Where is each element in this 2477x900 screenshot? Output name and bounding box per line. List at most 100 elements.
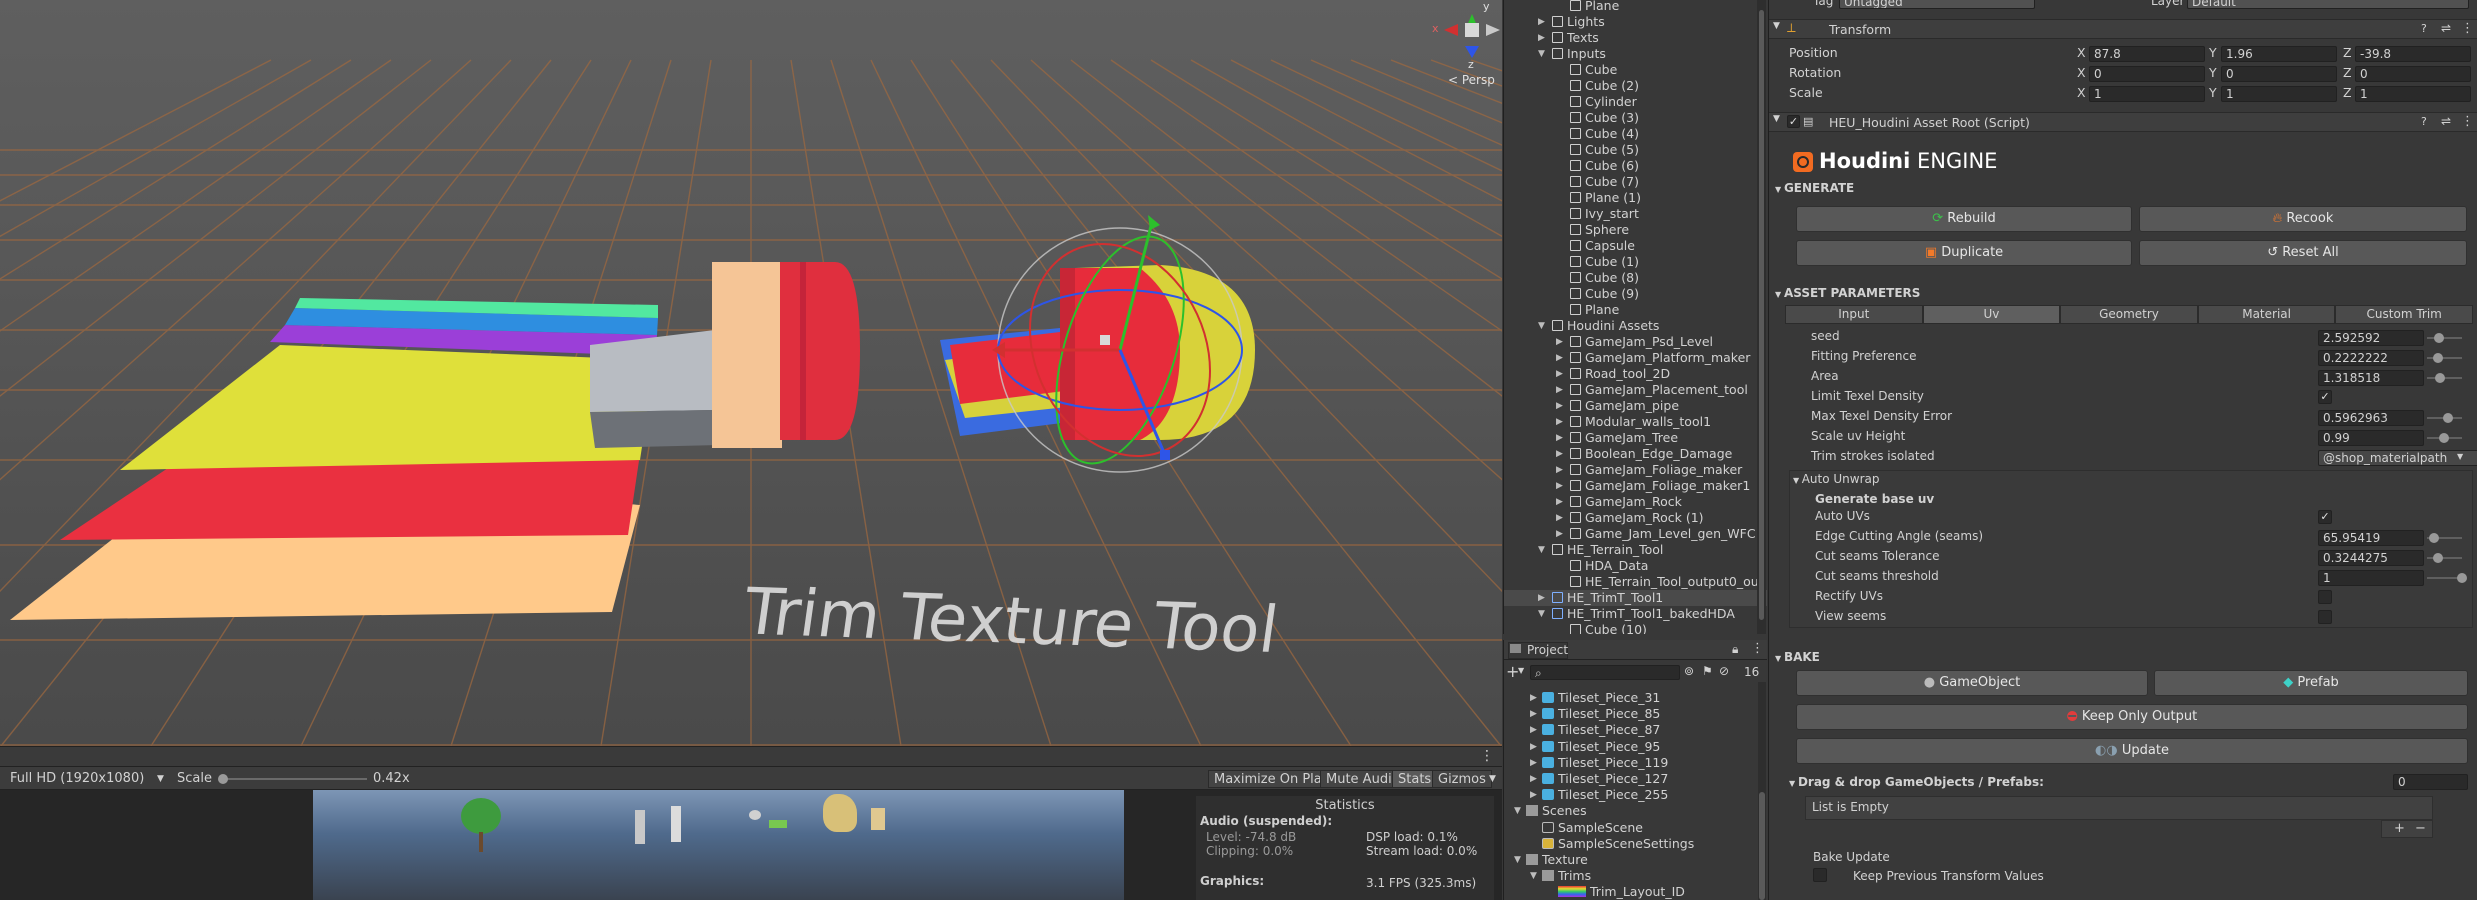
scale-z-axis-label[interactable]: Z — [2343, 85, 2352, 100]
chevron-down-icon[interactable]: ▼ — [152, 770, 169, 788]
param-dropdown[interactable]: @shop_materialpath — [2318, 450, 2477, 466]
hierarchy-item[interactable]: Cube (10) — [1570, 622, 1647, 634]
scrollbar-thumb[interactable] — [1759, 10, 1764, 620]
hierarchy-item[interactable]: Plane — [1570, 302, 1619, 318]
position-y-field[interactable]: 1.96 — [2221, 46, 2337, 62]
keep-only-output-button[interactable]: ⛔︎ Keep Only Output — [1796, 704, 2468, 730]
auto-unwrap-header[interactable]: ▼ Auto Unwrap — [1793, 472, 1880, 486]
tab-input[interactable]: Input — [1785, 305, 1923, 324]
hierarchy-item[interactable]: Plane (1) — [1570, 190, 1641, 206]
dragdrop-count-field[interactable]: 0 — [2393, 774, 2468, 790]
param-slider-knob[interactable] — [2429, 533, 2439, 543]
chevron-down-icon[interactable]: ▼ — [1484, 770, 1501, 788]
remove-item-button[interactable]: − — [2415, 821, 2426, 837]
generate-section[interactable]: ▼ GENERATE — [1775, 181, 1854, 195]
lock-icon[interactable]: 🔒︎ — [1732, 642, 1738, 657]
expand-arrow-icon[interactable]: ▶ — [1556, 465, 1563, 475]
tag-icon[interactable]: ⚑ — [1702, 664, 1713, 678]
param-value-field[interactable]: 0.3244275 — [2318, 550, 2424, 566]
param-value-field[interactable]: 0.5962963 — [2318, 410, 2424, 426]
hierarchy-item[interactable]: GameJam_Platform_maker — [1570, 350, 1750, 366]
expand-arrow-icon[interactable]: ▶ — [1556, 529, 1563, 539]
persp-toggle[interactable]: < Persp — [1448, 73, 1495, 87]
expand-arrow-icon[interactable]: ▶ — [1538, 593, 1545, 603]
expand-arrow-icon[interactable]: ▶ — [1530, 725, 1537, 735]
hierarchy-item[interactable]: Inputs — [1552, 46, 1606, 62]
param-checkbox[interactable] — [2318, 590, 2332, 604]
hierarchy-panel[interactable]: Plane ▶ Lights ▶ Texts ▼ Inputs Cube Cube (2) Cyl… — [1503, 0, 1767, 634]
hierarchy-item[interactable]: GameJam_Foliage_maker — [1570, 462, 1742, 478]
layer-dropdown[interactable]: Default — [2187, 0, 2469, 9]
hierarchy-item[interactable]: Houdini Assets — [1552, 318, 1659, 334]
project-scrollbar[interactable] — [1758, 682, 1766, 900]
dragdrop-list[interactable]: List is Empty — [1805, 796, 2433, 820]
hierarchy-item[interactable]: GameJam_Rock — [1570, 494, 1682, 510]
hierarchy-item[interactable]: GameJam_pipe — [1570, 398, 1679, 414]
asset-params-section[interactable]: ▼ ASSET PARAMETERS — [1775, 286, 1920, 300]
bake-gameobject-button[interactable]: ● GameObject — [1796, 670, 2148, 696]
expand-arrow-icon[interactable]: ▶ — [1556, 369, 1563, 379]
expand-arrow-icon[interactable]: ▶ — [1556, 513, 1563, 523]
scene-canvas[interactable]: Trim Texture Tool — [0, 0, 1502, 746]
position-z-field[interactable]: -39.8 — [2355, 46, 2471, 62]
project-item[interactable]: SampleScene — [1542, 820, 1643, 836]
param-slider-knob[interactable] — [2439, 433, 2450, 443]
rotation-z-field[interactable]: 0 — [2355, 66, 2471, 82]
preset-icon[interactable]: ⇌ — [2441, 114, 2451, 128]
expand-arrow-icon[interactable]: ▶ — [1556, 481, 1563, 491]
hidden-icon[interactable]: ⊘ — [1719, 664, 1729, 678]
hierarchy-item[interactable]: Lights — [1552, 14, 1605, 30]
hierarchy-item[interactable]: Cube (8) — [1570, 270, 1639, 286]
position-x-axis-label[interactable]: X — [2077, 45, 2086, 60]
scene-view[interactable]: Trim Texture Tool y x z < Persp — [0, 0, 1502, 746]
expand-arrow-icon[interactable]: ▶ — [1556, 497, 1563, 507]
expand-arrow-icon[interactable]: ▶ — [1556, 353, 1563, 363]
search-input[interactable]: ⌕ — [1530, 665, 1680, 680]
hierarchy-item[interactable]: Boolean_Edge_Damage — [1570, 446, 1732, 462]
hierarchy-item[interactable]: HE_TrimT_Tool1_bakedHDA — [1552, 606, 1735, 622]
preset-icon[interactable]: ⇌ — [2441, 21, 2451, 35]
scrollbar-thumb[interactable] — [1759, 792, 1765, 900]
hierarchy-item[interactable]: GameJam_Tree — [1570, 430, 1678, 446]
expand-arrow-icon[interactable]: ▼ — [1538, 609, 1545, 619]
hierarchy-item[interactable]: HE_Terrain_Tool — [1552, 542, 1663, 558]
param-slider-knob[interactable] — [2432, 353, 2443, 363]
param-value-field[interactable]: 1.318518 — [2318, 370, 2424, 386]
duplicate-button[interactable]: ▣ Duplicate — [1796, 240, 2132, 266]
rotation-y-axis-label[interactable]: Y — [2209, 65, 2217, 80]
expand-arrow-icon[interactable]: ▶ — [1556, 385, 1563, 395]
hierarchy-item[interactable]: Capsule — [1570, 238, 1635, 254]
param-value-field[interactable]: 2.592592 — [2318, 330, 2424, 346]
project-item[interactable]: SampleSceneSettings — [1542, 836, 1694, 852]
project-item[interactable]: Tileset_Piece_119 — [1542, 755, 1668, 771]
project-item[interactable]: Tileset_Piece_95 — [1542, 739, 1660, 755]
param-value-field[interactable]: 1 — [2318, 570, 2424, 586]
chevron-down-icon[interactable]: ▼ — [1518, 666, 1524, 675]
param-slider-track[interactable] — [2427, 337, 2462, 339]
param-checkbox[interactable] — [2318, 610, 2332, 624]
chevron-down-icon[interactable]: ▼ — [2457, 452, 2463, 461]
reset-all-button[interactable]: ↺ Reset All — [2139, 240, 2467, 266]
hierarchy-item[interactable]: Cube (2) — [1570, 78, 1639, 94]
expand-arrow-icon[interactable]: ▶ — [1538, 17, 1545, 27]
project-item[interactable]: Trim_Layout_ID — [1558, 884, 1685, 900]
hierarchy-item[interactable]: HDA_Data — [1570, 558, 1648, 574]
hierarchy-item[interactable]: Cube (6) — [1570, 158, 1639, 174]
param-slider-knob[interactable] — [2435, 373, 2446, 383]
project-item[interactable]: Scenes — [1526, 803, 1587, 819]
hierarchy-item[interactable]: GameJam_Foliage_maker1 — [1570, 478, 1750, 494]
more-icon[interactable]: ⋮ — [2461, 114, 2474, 129]
expand-arrow-icon[interactable]: ▼ — [1514, 806, 1521, 816]
param-value-field[interactable]: 0.99 — [2318, 430, 2424, 446]
tag-dropdown[interactable]: Untagged — [1839, 0, 2035, 9]
stats-button[interactable]: Stats — [1392, 770, 1438, 788]
hierarchy-item[interactable]: GameJam_Placement_tool — [1570, 382, 1748, 398]
expand-arrow-icon[interactable]: ▶ — [1556, 449, 1563, 459]
expand-arrow-icon[interactable]: ▼ — [1514, 855, 1521, 865]
hierarchy-scrollbar[interactable] — [1757, 0, 1766, 634]
rotation-x-axis-label[interactable]: X — [2077, 65, 2086, 80]
more-icon[interactable]: ⋮ — [2461, 21, 2474, 36]
help-icon[interactable]: ? — [2421, 115, 2427, 128]
expand-arrow-icon[interactable]: ▼ — [1538, 321, 1545, 331]
hierarchy-item[interactable]: HE_Terrain_Tool_output0_ou — [1570, 574, 1759, 590]
